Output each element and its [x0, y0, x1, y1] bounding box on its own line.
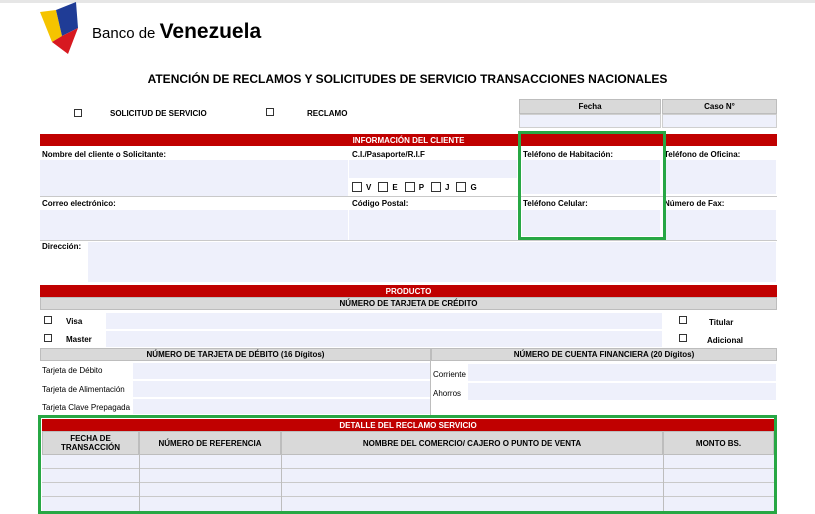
visa-checkbox[interactable] [44, 316, 52, 324]
nombre-label: Nombre del cliente o Solicitante: [42, 150, 167, 159]
ci-type-options: V E P J G [352, 182, 477, 192]
correo-field[interactable] [40, 210, 348, 240]
cliente-section-bar: INFORMACIÓN DEL CLIENTE [40, 134, 777, 146]
ci-type-p[interactable]: P [404, 182, 424, 192]
phone-fields-highlight [518, 131, 666, 240]
debito-label: Tarjeta de Débito [42, 366, 103, 375]
ci-type-j[interactable]: J [431, 182, 449, 192]
correo-label: Correo electrónico: [42, 199, 116, 208]
ci-type-e-checkbox[interactable] [378, 182, 389, 192]
row-divider [40, 196, 777, 197]
master-card-field[interactable] [106, 331, 662, 347]
codigo-postal-label: Código Postal: [352, 199, 409, 208]
corriente-field[interactable] [468, 364, 776, 381]
debito-field[interactable] [133, 363, 430, 379]
nombre-field[interactable] [40, 160, 348, 196]
solicitud-checkbox[interactable] [74, 109, 82, 117]
tarjeta-credito-header: NÚMERO DE TARJETA DE CRÉDITO [40, 297, 777, 310]
ci-type-g-checkbox[interactable] [456, 182, 467, 192]
column-divider [430, 361, 431, 415]
master-checkbox[interactable] [44, 334, 52, 342]
ci-type-v-checkbox[interactable] [352, 182, 362, 192]
alimentacion-field[interactable] [133, 381, 430, 397]
cuenta-financiera-header: NÚMERO DE CUENTA FINANCIERA (20 Dígitos) [431, 348, 777, 361]
master-label: Master [66, 335, 92, 344]
titular-checkbox[interactable] [679, 316, 687, 324]
detalle-table-highlight [38, 415, 777, 514]
fax-label: Número de Fax: [664, 199, 725, 208]
direccion-field[interactable] [88, 242, 776, 282]
ci-field[interactable] [349, 160, 517, 178]
ci-type-p-checkbox[interactable] [404, 182, 415, 192]
brand-name: Banco de Venezuela [92, 20, 262, 43]
titular-label: Titular [709, 318, 734, 327]
caso-header: Caso N° [662, 99, 777, 114]
fax-field[interactable] [664, 210, 776, 240]
top-border [0, 0, 815, 3]
codigo-postal-field[interactable] [349, 210, 517, 240]
reclamo-label: RECLAMO [307, 109, 348, 118]
fecha-header: Fecha [519, 99, 661, 114]
ahorros-label: Ahorros [433, 389, 462, 398]
ahorros-field[interactable] [468, 383, 776, 400]
corriente-label: Corriente [433, 370, 466, 379]
solicitud-label: SOLICITUD DE SERVICIO [110, 109, 207, 118]
ci-type-e[interactable]: E [378, 182, 398, 192]
alimentacion-label: Tarjeta de Alimentación [42, 385, 125, 394]
tel-oficina-label: Teléfono de Oficina: [664, 150, 741, 159]
caso-field[interactable] [662, 114, 777, 128]
ci-type-g[interactable]: G [456, 182, 477, 192]
direccion-label: Dirección: [42, 242, 82, 251]
form-title: ATENCIÓN DE RECLAMOS Y SOLICITUDES DE SE… [147, 72, 668, 86]
ci-type-v[interactable]: V [352, 182, 371, 192]
adicional-checkbox[interactable] [679, 334, 687, 342]
reclamo-checkbox[interactable] [266, 108, 274, 116]
ci-type-j-checkbox[interactable] [431, 182, 442, 192]
visa-label: Visa [66, 317, 83, 326]
row-divider [40, 240, 777, 241]
bank-logo [38, 2, 82, 54]
visa-card-field[interactable] [106, 313, 662, 329]
adicional-label: Adicional [707, 336, 744, 345]
prepagada-field[interactable] [133, 399, 430, 414]
ci-label: C.I./Pasaporte/R.I.F [352, 150, 425, 159]
tel-oficina-field[interactable] [664, 160, 776, 194]
fecha-field[interactable] [519, 114, 661, 128]
prepagada-label: Tarjeta Clave Prepagada [42, 403, 131, 412]
tarjeta-debito-header: NÚMERO DE TARJETA DE DÉBITO (16 Dígitos) [40, 348, 431, 361]
producto-section-bar: PRODUCTO [40, 285, 777, 297]
